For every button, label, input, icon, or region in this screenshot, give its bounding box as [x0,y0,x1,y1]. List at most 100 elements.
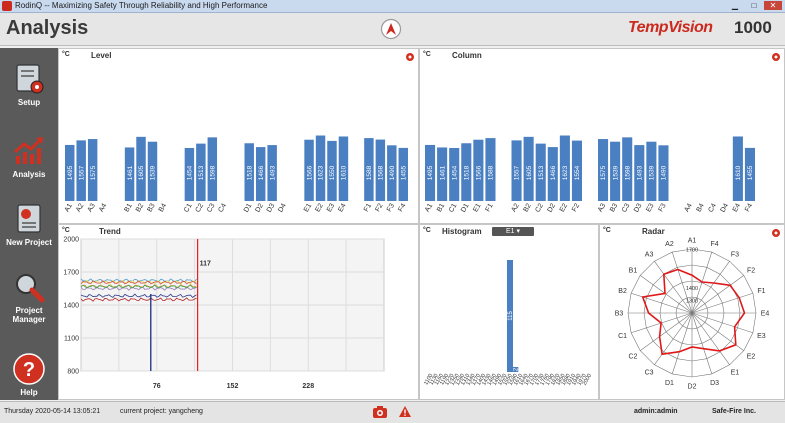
bar-value-label: 1557 [78,165,85,180]
radar-spoke [631,292,693,314]
category-label: F2 [571,202,581,213]
category-label: F1 [363,202,373,213]
bar-value-label: 1539 [649,165,656,180]
radar-axis-label: C3 [645,370,654,377]
bar-value-label: 1575 [600,165,607,180]
radar-axis-label: F4 [710,241,718,248]
category-label: B1 [436,202,446,213]
category-label: E4 [732,202,742,213]
radar-ring-label: 1400 [686,286,698,292]
bar-value-label: 1490 [389,165,396,180]
minimize-icon[interactable]: ▁ [726,1,744,10]
category-label: C3 [621,202,632,213]
sidebar-item-label: Analysis [12,170,46,179]
sidebar-item-analysis[interactable]: Analysis [0,134,58,179]
category-label: B2 [523,202,533,213]
bar-value-label: 1610 [735,165,742,180]
category-label: C4 [217,202,228,213]
category-label: B1 [123,202,133,213]
radar-spoke [691,312,713,374]
sidebar-item-project-manager[interactable]: Project Manager [0,270,58,324]
category-label: B4 [158,202,168,213]
warning-icon[interactable] [398,405,412,418]
category-label: D3 [633,202,644,213]
x-tick-label: 228 [302,383,314,390]
category-label: C2 [534,202,545,213]
window-title: RodinQ -- Maximizing Safety Through Reli… [15,1,268,10]
status-company: Safe-Fire Inc. [712,408,756,415]
radar-panel: °C Radar A1 F4 F3 F2 F1 E4 E3 E2 E1 D3 D2 D1 C3 C2 C1 B… [599,224,785,400]
bar-value-label: 1575 [90,165,97,180]
maximize-icon[interactable]: □ [745,1,763,10]
category-label: E2 [314,202,324,213]
radar-axis-label: F2 [747,268,755,275]
bar-value-label: 1566 [306,165,313,180]
category-label: A2 [510,202,520,213]
radar-axis-label: E2 [747,353,756,360]
bar-value-label: 1566 [476,165,483,180]
bar-value-label: 1518 [246,165,253,180]
histogram-chart: 1100113011601190122012501280131013401370… [423,260,593,387]
gear-document-icon [16,64,44,94]
radar-axis-label: D3 [710,380,719,387]
bar-value-label: 1466 [550,165,557,180]
app-header: Analysis TempVision 1000 [0,13,785,46]
category-label: F3 [386,202,396,213]
radar-spoke [671,312,693,374]
bar-value-label: 1455 [400,165,407,180]
column-panel: °C Column 1495 A1 1461 B1 1454 C1 1518 D1 1566 E1… [419,48,785,224]
bar-value-label: 1461 [439,165,446,180]
radar-chart: A1 F4 F3 F2 F1 E4 E3 E2 E1 D3 D2 D1 C3 C2 C1 B3 B2 B1 A3 A2… [615,238,770,391]
rodinq-logo-icon [380,18,402,40]
sidebar-item-help[interactable]: ? Help [0,352,58,397]
radar-ring-label: 1300 [686,299,698,305]
category-label: A1 [64,202,74,213]
category-label: F4 [397,202,407,213]
bar-value-label: 1495 [427,165,434,180]
bar-value-label: 1605 [526,165,533,180]
histogram-panel: °C Histogram E1 ▾ 1100 1130 1160 1190 1220 12… [419,224,599,400]
radar-spoke [640,312,693,351]
bar-value-label: 1490 [661,165,668,180]
x-tick-label: 152 [227,383,239,390]
radar-axis-label: A2 [665,241,674,248]
category-label: C2 [195,202,206,213]
bar-value-label: 1513 [538,165,545,180]
bar-value-label: 1588 [366,165,373,180]
radar-axis-label: C2 [628,353,637,360]
camera-icon[interactable] [372,405,388,419]
category-label: D3 [266,202,277,213]
bar-value-label: 1557 [514,165,521,180]
category-label: E3 [645,202,655,213]
level-panel: °C Level 1495 A1 1557 A2 1575 A3 A4 1461 B1 1605 B… [58,48,419,224]
radar-axis-label: C1 [618,333,627,340]
category-label: C3 [206,202,217,213]
model-number: 1000 [734,18,772,37]
category-label: D1 [243,202,254,213]
category-label: A3 [597,202,607,213]
bar-value-label: 1598 [210,165,217,180]
sidebar-item-label: Setup [17,98,41,107]
app-icon [2,1,12,11]
close-icon[interactable]: ✕ [764,1,782,10]
radar-axis-label: B3 [615,311,624,318]
category-label: E3 [326,202,336,213]
page-title: Analysis [6,17,89,39]
category-label: C4 [707,202,718,213]
bar-value-label: 1461 [127,165,134,180]
category-label: E1 [472,202,482,213]
category-label: D2 [254,202,265,213]
window-titlebar: RodinQ -- Maximizing Safety Through Reli… [0,0,785,13]
question-icon: ? [13,353,45,385]
category-label: D4 [719,202,730,213]
bar-value-label: 1493 [636,165,643,180]
radar-axis-label: B2 [618,288,627,295]
radar-ring-label: 1700 [686,248,698,254]
category-label: A2 [75,202,85,213]
sidebar-item-setup[interactable]: Setup [0,62,58,107]
radar-axis-label: F3 [731,251,739,258]
bar-value-label: 1623 [562,165,569,180]
sidebar-item-new-project[interactable]: New Project [0,202,58,247]
category-label: F1 [485,202,495,213]
trend-chart[interactable]: 2000 1700 1400 1100 800 76 152 228 117 [59,225,418,399]
